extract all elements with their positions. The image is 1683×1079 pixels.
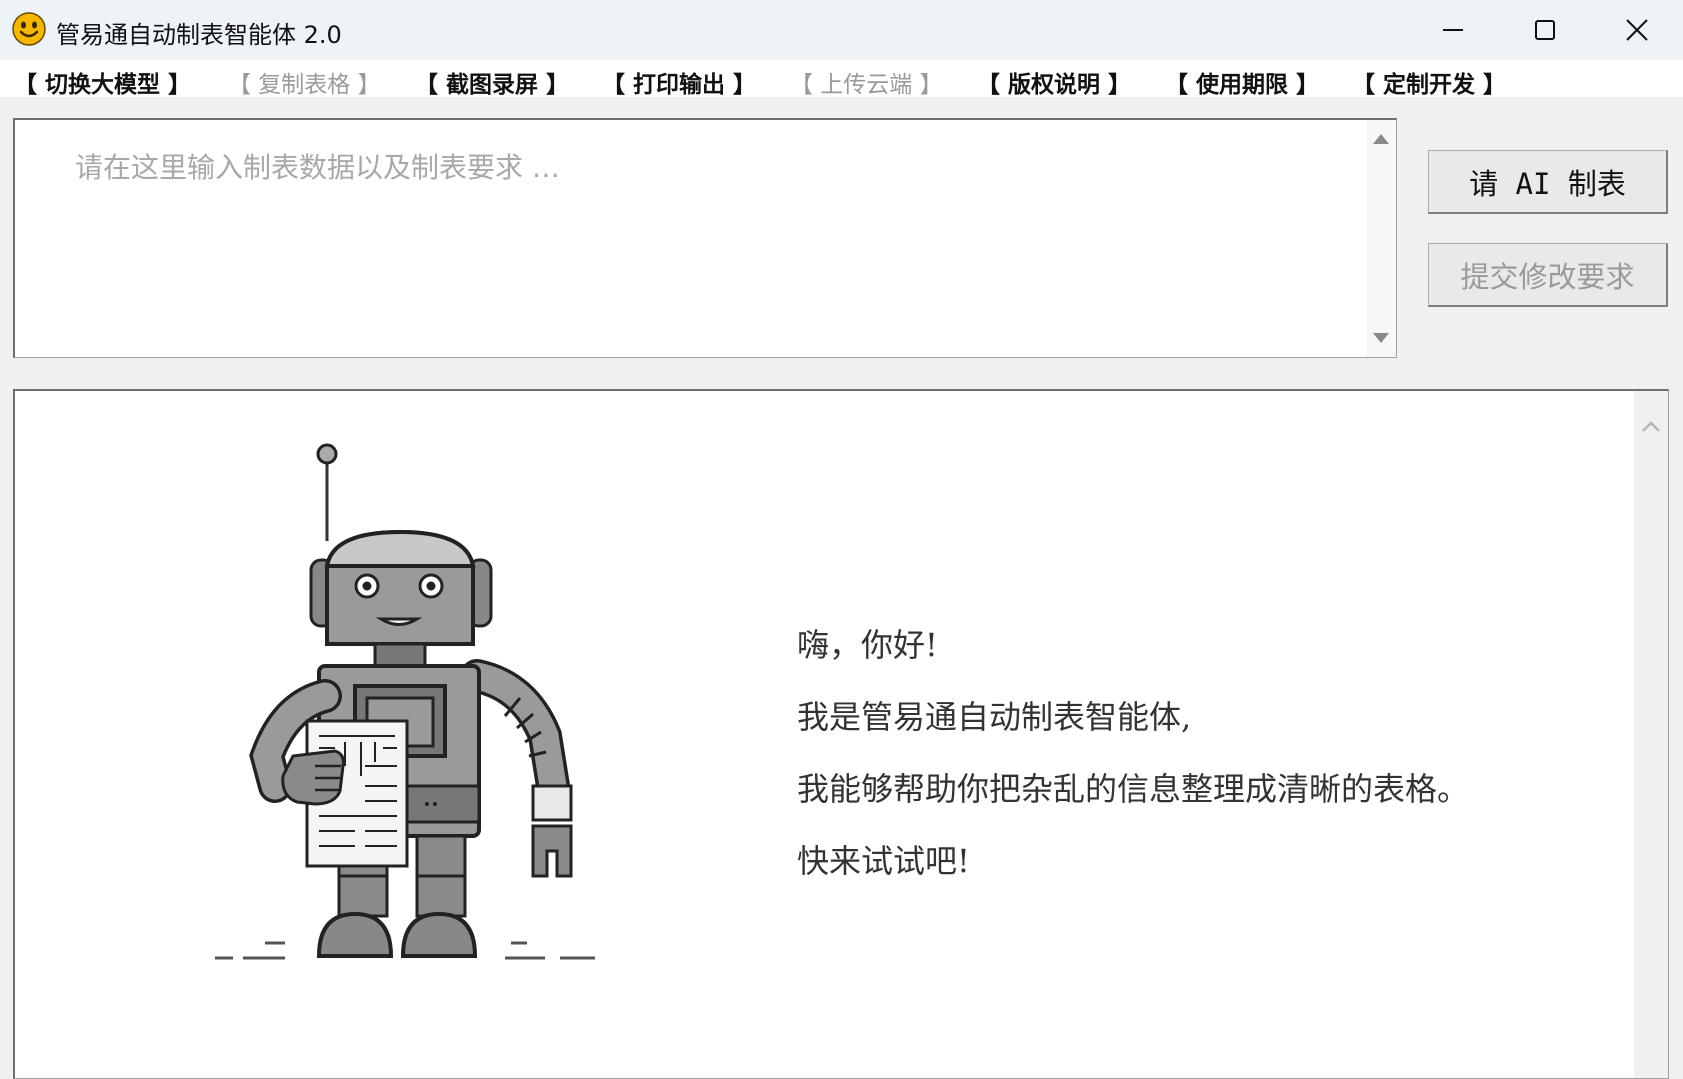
menu-copyright[interactable]: 【 版权说明 】 bbox=[977, 65, 1131, 99]
minimize-icon bbox=[1443, 29, 1463, 31]
maximize-icon bbox=[1535, 20, 1555, 40]
window-title: 管易通自动制表智能体 2.0 bbox=[56, 21, 342, 49]
title-bar: 管易通自动制表智能体 2.0 bbox=[0, 0, 1683, 60]
maximize-button[interactable] bbox=[1499, 0, 1591, 60]
menu-custom-dev[interactable]: 【 定制开发 】 bbox=[1352, 65, 1506, 99]
close-icon bbox=[1626, 19, 1648, 41]
menu-usage-period[interactable]: 【 使用期限 】 bbox=[1165, 65, 1319, 99]
close-button[interactable] bbox=[1591, 0, 1683, 60]
input-placeholder: 请在这里输入制表数据以及制表要求 … bbox=[75, 151, 560, 184]
scroll-up-icon[interactable] bbox=[1373, 134, 1389, 144]
menu-copy-table[interactable]: 【 复制表格 】 bbox=[228, 65, 381, 99]
robot-holding-table-illustration bbox=[215, 443, 595, 960]
submit-revision-button[interactable]: 提交修改要求 bbox=[1428, 243, 1668, 307]
welcome-message: 嗨，你好! 我是管易通自动制表智能体, 我能够帮助你把杂乱的信息整理成清晰的表格… bbox=[797, 609, 1469, 897]
output-scrollbar[interactable] bbox=[1634, 391, 1668, 1078]
intro-line: 我是管易通自动制表智能体, bbox=[797, 698, 1192, 736]
menu-bar: 【 切换大模型 】 【 复制表格 】 【 截图录屏 】 【 打印输出 】 【 上… bbox=[0, 60, 1683, 99]
capability-line: 我能够帮助你把杂乱的信息整理成清晰的表格。 bbox=[797, 770, 1470, 808]
chevron-up-icon[interactable] bbox=[1641, 419, 1661, 433]
scroll-down-icon[interactable] bbox=[1373, 333, 1389, 343]
menu-screenshot-record[interactable]: 【 截图录屏 】 bbox=[415, 65, 569, 99]
menu-upload-cloud[interactable]: 【 上传云端 】 bbox=[790, 65, 943, 99]
menu-switch-model[interactable]: 【 切换大模型 】 bbox=[14, 65, 191, 99]
minimize-button[interactable] bbox=[1407, 0, 1499, 60]
greeting-text: 嗨，你好! bbox=[797, 626, 938, 664]
output-panel: 嗨，你好! 我是管易通自动制表智能体, 我能够帮助你把杂乱的信息整理成清晰的表格… bbox=[13, 389, 1669, 1079]
smiley-face-icon bbox=[12, 12, 46, 46]
input-scrollbar[interactable] bbox=[1366, 120, 1396, 357]
ai-generate-table-button[interactable]: 请 AI 制表 bbox=[1428, 150, 1668, 214]
table-request-input[interactable]: 请在这里输入制表数据以及制表要求 … bbox=[13, 118, 1397, 358]
menu-print-output[interactable]: 【 打印输出 】 bbox=[602, 65, 756, 99]
call-to-action-line: 快来试试吧! bbox=[797, 842, 970, 880]
